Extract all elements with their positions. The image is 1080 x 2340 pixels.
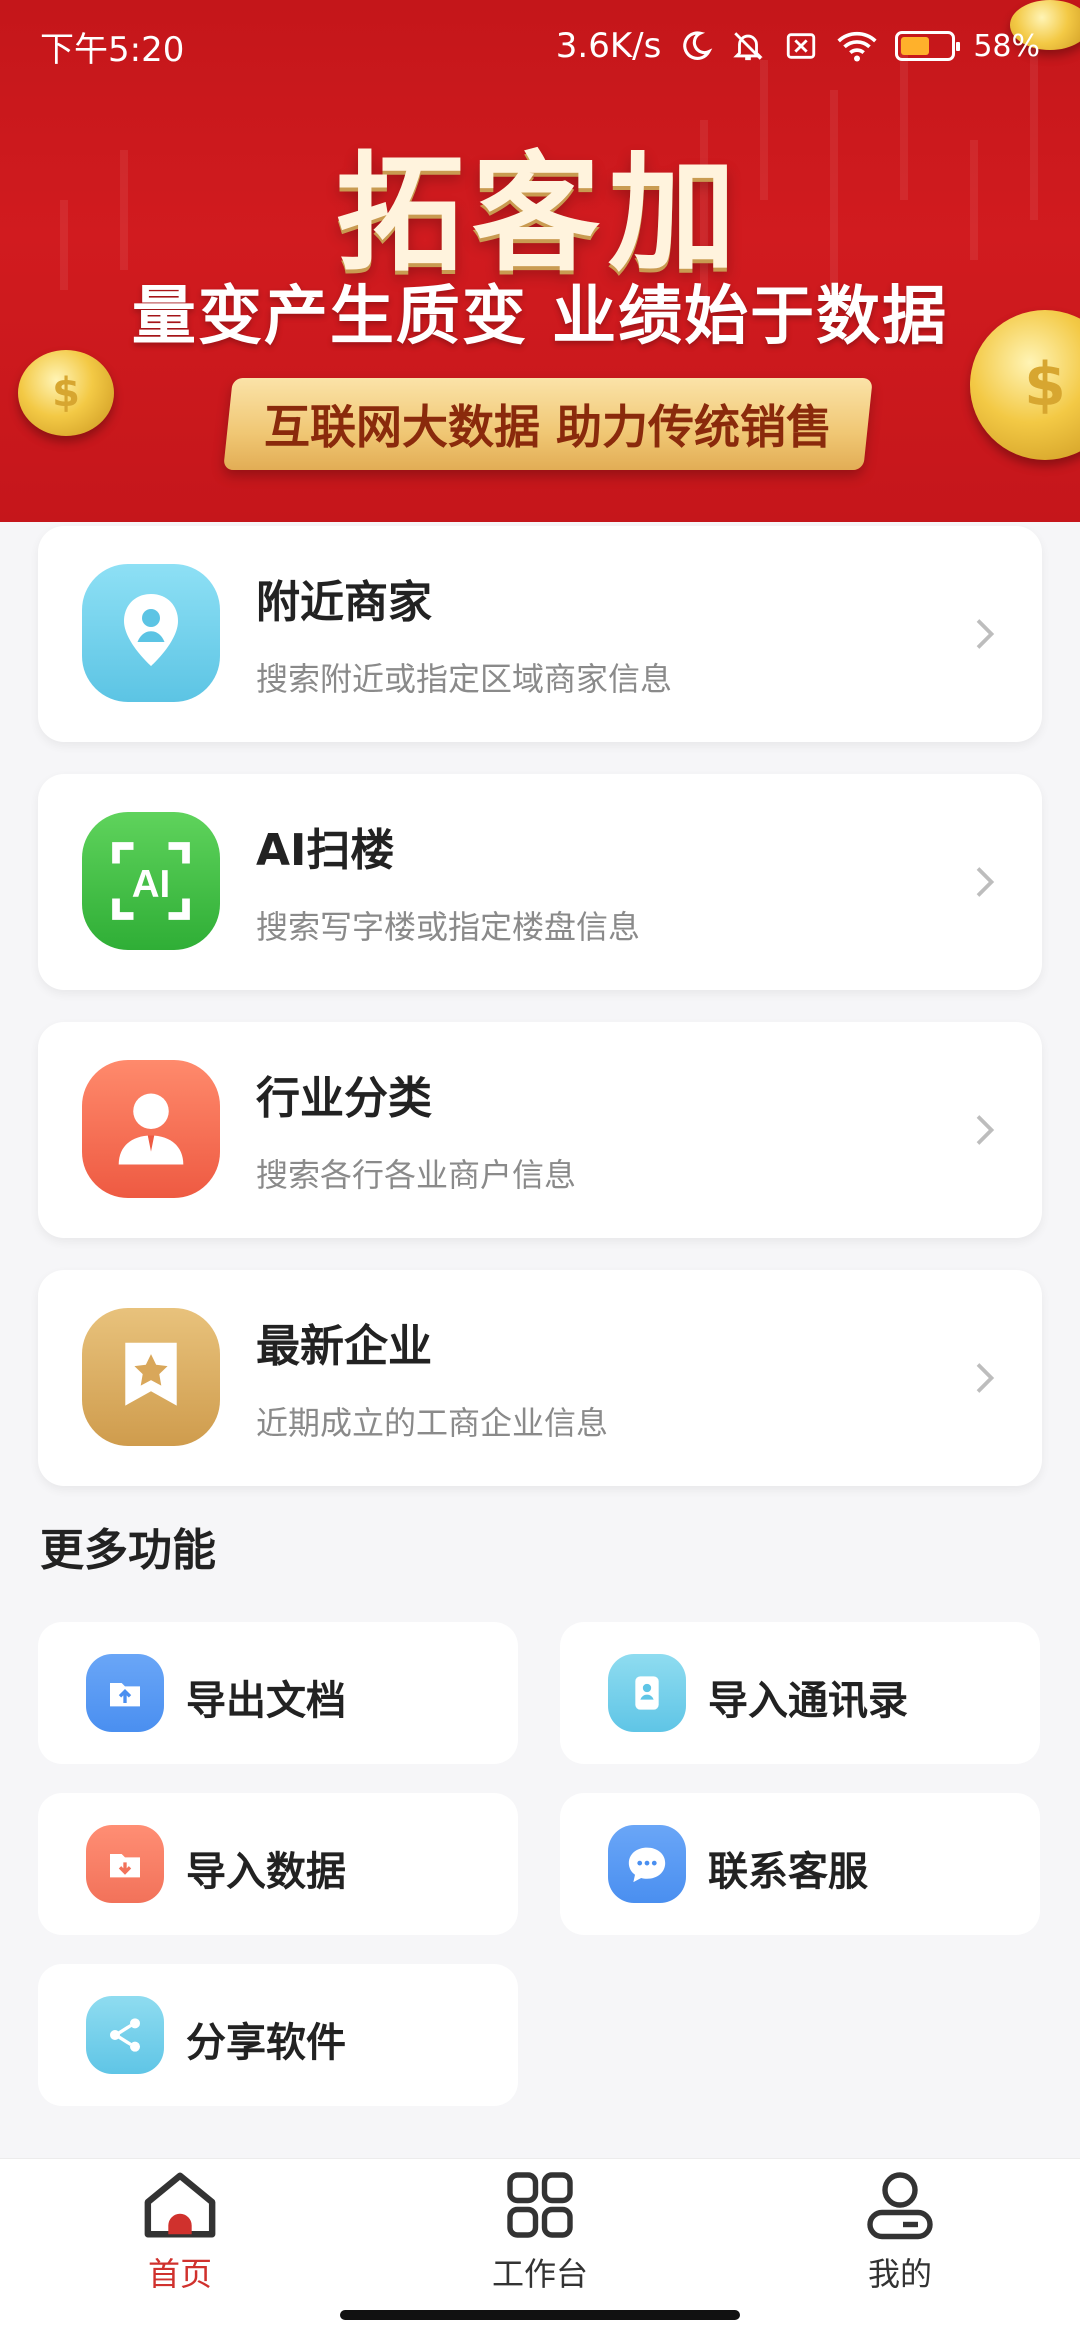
tile-label: 导入通讯录 bbox=[708, 1678, 908, 1724]
moon-icon bbox=[683, 31, 713, 60]
banner-ribbon-text: 互联网大数据 助力传统销售 bbox=[263, 400, 832, 454]
grid-icon bbox=[507, 2172, 573, 2238]
section-title-more-functions: 更多功能 bbox=[40, 1525, 216, 1576]
card-description: 搜索附近或指定区域商家信息 bbox=[256, 660, 673, 698]
tile-import-contacts[interactable]: 导入通讯录 bbox=[560, 1622, 1040, 1764]
card-title: 附近商家 bbox=[256, 577, 432, 628]
feature-card-new-companies[interactable]: 最新企业 近期成立的工商企业信息 bbox=[38, 1270, 1042, 1486]
status-time: 下午5:20 bbox=[40, 29, 185, 70]
card-title: 行业分类 bbox=[256, 1073, 432, 1124]
tile-contact-support[interactable]: 联系客服 bbox=[560, 1793, 1040, 1935]
ai-scan-icon: AI bbox=[82, 812, 220, 950]
home-icon bbox=[144, 2172, 216, 2238]
feature-card-industry-category[interactable]: 行业分类 搜索各行各业商户信息 bbox=[38, 1022, 1042, 1238]
tab-label: 我的 bbox=[867, 2255, 932, 2293]
share-icon bbox=[86, 1996, 164, 2074]
tile-label: 分享软件 bbox=[186, 2020, 346, 2066]
location-pin-icon bbox=[82, 564, 220, 702]
star-badge-icon bbox=[82, 1308, 220, 1446]
network-speed: 3.6K/s bbox=[555, 26, 662, 66]
contacts-icon bbox=[608, 1654, 686, 1732]
card-description: 搜索写字楼或指定楼盘信息 bbox=[256, 908, 641, 946]
battery-icon bbox=[895, 31, 961, 61]
export-doc-icon bbox=[86, 1654, 164, 1732]
tab-home[interactable]: 首页 bbox=[80, 2169, 280, 2295]
chevron-right-icon bbox=[976, 1115, 995, 1145]
chat-icon bbox=[608, 1825, 686, 1903]
tab-label: 首页 bbox=[147, 2255, 212, 2293]
card-title: AI扫楼 bbox=[256, 825, 395, 876]
coin-icon: $ bbox=[18, 350, 114, 436]
banner-ribbon: 互联网大数据 助力传统销售 bbox=[223, 378, 873, 470]
sim-off-icon bbox=[787, 33, 816, 59]
tile-export-document[interactable]: 导出文档 bbox=[38, 1622, 518, 1764]
svg-text:AI: AI bbox=[132, 863, 171, 906]
wifi-icon bbox=[837, 31, 877, 62]
tile-label: 导出文档 bbox=[186, 1678, 346, 1724]
chevron-right-icon bbox=[976, 1363, 995, 1393]
feature-card-nearby-merchants[interactable]: 附近商家 搜索附近或指定区域商家信息 bbox=[38, 526, 1042, 742]
tile-label: 联系客服 bbox=[708, 1849, 868, 1895]
banner-subtitle: 量变产生质变 业绩始于数据 bbox=[131, 280, 949, 354]
status-icons: 3.6K/s 58% bbox=[556, 26, 1040, 66]
tile-share-app[interactable]: 分享软件 bbox=[38, 1964, 518, 2106]
tab-workbench[interactable]: 工作台 bbox=[440, 2169, 640, 2295]
tile-import-data[interactable]: 导入数据 bbox=[38, 1793, 518, 1935]
feature-card-ai-scan[interactable]: AI AI扫楼 搜索写字楼或指定楼盘信息 bbox=[38, 774, 1042, 990]
bottom-tab-bar: 首页 工作台 我的 bbox=[0, 2158, 1080, 2298]
card-description: 搜索各行各业商户信息 bbox=[256, 1156, 577, 1194]
bell-muted-icon bbox=[733, 32, 764, 61]
home-indicator[interactable] bbox=[340, 2310, 740, 2320]
person-icon bbox=[82, 1060, 220, 1198]
tab-profile[interactable]: 我的 bbox=[800, 2169, 1000, 2295]
card-description: 近期成立的工商企业信息 bbox=[256, 1404, 609, 1442]
tab-label: 工作台 bbox=[491, 2255, 588, 2293]
battery-level: 58% bbox=[973, 28, 1040, 64]
tile-label: 导入数据 bbox=[186, 1849, 346, 1895]
chevron-right-icon bbox=[976, 867, 995, 897]
profile-icon bbox=[867, 2172, 933, 2240]
chevron-right-icon bbox=[976, 619, 995, 649]
status-bar: 下午5:20 3.6K/s 58% bbox=[0, 0, 1080, 92]
card-title: 最新企业 bbox=[256, 1321, 432, 1372]
import-data-icon bbox=[86, 1825, 164, 1903]
